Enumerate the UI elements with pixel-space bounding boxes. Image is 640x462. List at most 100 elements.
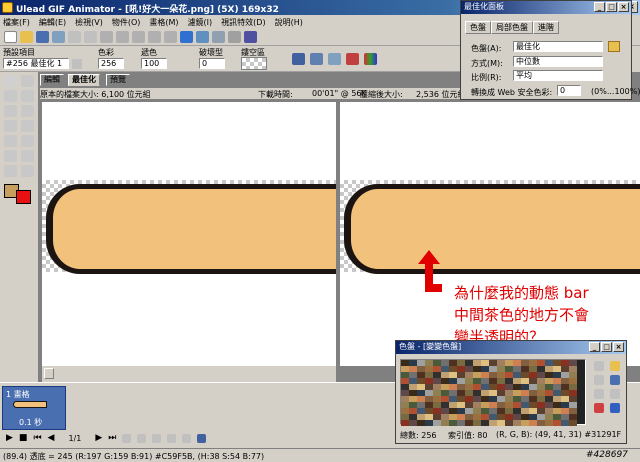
zoom-in-icon[interactable]	[4, 165, 17, 177]
duplicate-icon[interactable]	[164, 31, 177, 43]
palette-select[interactable]: 最佳化	[513, 41, 603, 52]
palette-swatch[interactable]	[425, 420, 433, 426]
optimize-panel-maximize-button[interactable]: □	[606, 2, 617, 12]
palette-swatch[interactable]	[497, 420, 505, 426]
background-color-swatch[interactable]	[16, 190, 31, 204]
transparent-color-icon[interactable]	[594, 375, 604, 385]
lasso-tool-icon[interactable]	[21, 120, 34, 132]
menu-frame[interactable]: 畫格(M)	[149, 17, 178, 28]
palette-swatch[interactable]	[409, 420, 417, 426]
last-frame-icon[interactable]: ⏭	[108, 433, 116, 443]
menu-edit[interactable]: 編輯(E)	[39, 17, 66, 28]
method-select[interactable]: 中位數	[513, 56, 603, 67]
palette-icon[interactable]	[346, 53, 359, 65]
palette-swatch[interactable]	[545, 420, 553, 426]
palette-swatch[interactable]	[553, 420, 561, 426]
open-palette-icon[interactable]	[610, 361, 620, 371]
add-frame-icon[interactable]	[122, 433, 132, 443]
paste-icon[interactable]	[132, 31, 145, 43]
palette-swatch-grid[interactable]	[400, 359, 586, 426]
reverse-icon[interactable]	[182, 433, 192, 443]
palette-swatch[interactable]	[401, 420, 409, 426]
pointer-tool-icon[interactable]	[4, 75, 17, 87]
eyedropper-tool-icon[interactable]	[21, 105, 34, 117]
ratio-select[interactable]: 平均	[513, 70, 603, 81]
menu-view[interactable]: 檢視(V)	[75, 17, 103, 28]
cut-icon[interactable]	[100, 31, 113, 43]
previous-frame-icon[interactable]: ◀	[48, 433, 55, 443]
color-count-field[interactable]: 256	[98, 58, 124, 69]
tab-preview[interactable]: 預覽	[106, 74, 130, 86]
original-canvas[interactable]	[42, 102, 336, 366]
color-table-icon[interactable]	[364, 53, 377, 65]
duplicate-frame-icon[interactable]	[137, 433, 147, 443]
frame-settings-icon[interactable]	[212, 31, 225, 43]
palette-swatch[interactable]	[505, 420, 513, 426]
palette-close-button[interactable]: ×	[613, 342, 624, 352]
tab-local-palette[interactable]: 局部色盤	[491, 21, 533, 34]
save-palette-icon[interactable]	[610, 375, 620, 385]
web-icon[interactable]	[180, 31, 193, 43]
clone-tool-icon[interactable]	[21, 135, 34, 147]
menu-video-effects[interactable]: 視訊特效(D)	[221, 17, 265, 28]
fill-tool-icon[interactable]	[4, 135, 17, 147]
zoom-out-icon[interactable]	[21, 165, 34, 177]
menu-filter[interactable]: 濾鏡(I)	[188, 17, 213, 28]
lock-color-icon[interactable]	[594, 361, 604, 371]
crop-tool-icon[interactable]	[21, 90, 34, 102]
menu-object[interactable]: 物件(O)	[112, 17, 141, 28]
save-icon[interactable]	[36, 31, 49, 43]
load-palette-icon[interactable]	[608, 41, 620, 52]
horizontal-scrollbar[interactable]	[42, 366, 336, 382]
next-frame-icon[interactable]: ▶	[95, 433, 102, 443]
tab-advanced[interactable]: 進階	[533, 21, 559, 34]
frame-time[interactable]: 0.1 秒	[19, 417, 42, 428]
first-frame-icon[interactable]: ⏮	[33, 433, 41, 443]
menu-help[interactable]: 說明(H)	[275, 17, 303, 28]
lossy-field[interactable]: 0	[199, 58, 225, 69]
frame-thumbnail[interactable]: 1 畫格 0.1 秒	[2, 386, 66, 430]
brush-tool-icon[interactable]	[4, 105, 17, 117]
palette-swatch[interactable]	[513, 420, 521, 426]
tween-icon[interactable]	[167, 433, 177, 443]
select-tool-icon[interactable]	[21, 75, 34, 87]
optimize-save-icon[interactable]	[328, 53, 341, 65]
frame-properties-icon[interactable]	[197, 433, 207, 443]
edit-color-icon[interactable]	[610, 389, 620, 399]
delete-frame-icon[interactable]	[152, 433, 162, 443]
palette-swatch[interactable]	[457, 420, 465, 426]
palette-swatch[interactable]	[441, 420, 449, 426]
palette-swatch[interactable]	[489, 420, 497, 426]
color-picker-icon[interactable]	[594, 403, 604, 413]
tab-edit[interactable]: 編輯	[40, 74, 64, 86]
palette-minimize-button[interactable]: _	[589, 342, 600, 352]
palette-swatch[interactable]	[537, 420, 545, 426]
palette-swatch[interactable]	[481, 420, 489, 426]
eraser-tool-icon[interactable]	[4, 120, 17, 132]
copy-icon[interactable]	[116, 31, 129, 43]
palette-swatch[interactable]	[465, 420, 473, 426]
play-icon[interactable]: ▶	[6, 433, 13, 443]
transparency-color-swatch[interactable]	[241, 57, 267, 70]
open-folder-icon[interactable]	[20, 31, 33, 43]
brush-size-icon[interactable]	[21, 150, 34, 162]
menu-file[interactable]: 檔案(F)	[3, 17, 30, 28]
layout-icon[interactable]	[228, 31, 241, 43]
preset-options-icon[interactable]	[72, 59, 82, 69]
help-pointer-icon[interactable]	[244, 31, 257, 43]
undo-icon[interactable]	[68, 31, 81, 43]
dither-field[interactable]: 100	[141, 58, 167, 69]
properties-icon[interactable]	[196, 31, 209, 43]
palette-swatch[interactable]	[417, 420, 425, 426]
fit-window-icon[interactable]	[44, 368, 54, 379]
sort-palette-icon[interactable]	[594, 389, 604, 399]
palette-swatch[interactable]	[449, 420, 457, 426]
text-tool-icon[interactable]	[4, 90, 17, 102]
delete-icon[interactable]	[148, 31, 161, 43]
line-tool-icon[interactable]	[4, 150, 17, 162]
optimize-wizard-icon[interactable]	[292, 53, 305, 65]
palette-maximize-button[interactable]: □	[601, 342, 612, 352]
save-as-icon[interactable]	[52, 31, 65, 43]
palette-swatch[interactable]	[521, 420, 529, 426]
web-palette-icon[interactable]	[610, 403, 620, 413]
